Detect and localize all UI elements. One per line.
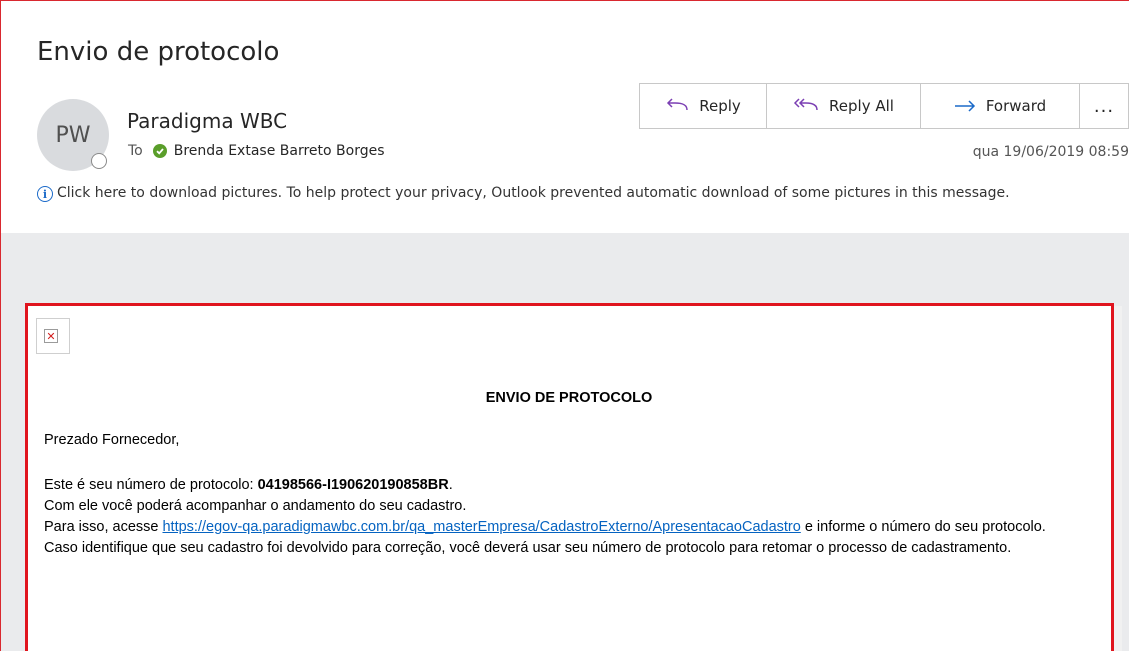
reply-label: Reply	[699, 97, 741, 115]
body-line-3-prefix: Para isso, acesse	[44, 519, 163, 535]
body-line-2: Com ele você poderá acompanhar o andamen…	[44, 498, 467, 514]
forward-button[interactable]: Forward	[920, 83, 1080, 129]
body-line-4: Caso identifique que seu cadastro foi de…	[44, 540, 1012, 556]
reply-all-label: Reply All	[829, 97, 894, 115]
sent-date: qua 19/06/2019 08:59	[972, 144, 1129, 160]
protocol-number: 04198566-I190620190858BR	[257, 477, 449, 493]
cadastro-link[interactable]: https://egov-qa.paradigmawbc.com.br/qa_m…	[162, 519, 800, 535]
recipient-line: To Brenda Extase Barreto Borges	[128, 143, 385, 159]
reply-all-icon	[793, 98, 818, 111]
reply-all-button[interactable]: Reply All	[766, 83, 921, 129]
forward-arrow-icon	[954, 100, 975, 112]
info-icon: i	[37, 186, 53, 202]
to-label: To	[128, 143, 143, 159]
presence-status-icon	[91, 153, 107, 169]
body-heading: ENVIO DE PROTOCOLO	[485, 390, 653, 406]
reply-button[interactable]: Reply	[639, 83, 767, 129]
message-body: ✕ ENVIO DE PROTOCOLO Prezado Fornecedor,…	[25, 303, 1114, 651]
more-options-icon: ...	[1093, 95, 1115, 117]
email-reading-pane: Envio de protocolo PW Paradigma WBC To B…	[0, 0, 1129, 651]
vertical-scrollbar[interactable]	[1114, 306, 1122, 651]
avatar-initials: PW	[55, 122, 91, 148]
broken-image-icon: ✕	[44, 329, 58, 343]
sender-name[interactable]: Paradigma WBC	[127, 109, 287, 133]
message-action-bar: Reply Reply All Forward ...	[639, 83, 1129, 131]
body-paragraph: Este é seu número de protocolo: 04198566…	[44, 475, 1084, 559]
recipient-name[interactable]: Brenda Extase Barreto Borges	[174, 143, 385, 159]
body-greeting: Prezado Fornecedor,	[44, 432, 180, 448]
blocked-image-placeholder[interactable]: ✕	[36, 318, 70, 354]
infobar-text: Click here to download pictures. To help…	[57, 185, 1010, 201]
available-check-icon	[152, 144, 167, 158]
forward-label: Forward	[985, 97, 1047, 115]
reply-icon	[667, 98, 688, 111]
body-line-3-suffix: e informe o número do seu protocolo.	[800, 519, 1046, 535]
protocol-prefix: Este é seu número de protocolo:	[44, 477, 258, 493]
protocol-suffix: .	[448, 477, 453, 493]
more-actions-button[interactable]: ...	[1079, 83, 1129, 129]
email-subject: Envio de protocolo	[37, 37, 280, 67]
download-pictures-infobar[interactable]: i Click here to download pictures. To he…	[37, 184, 1097, 203]
